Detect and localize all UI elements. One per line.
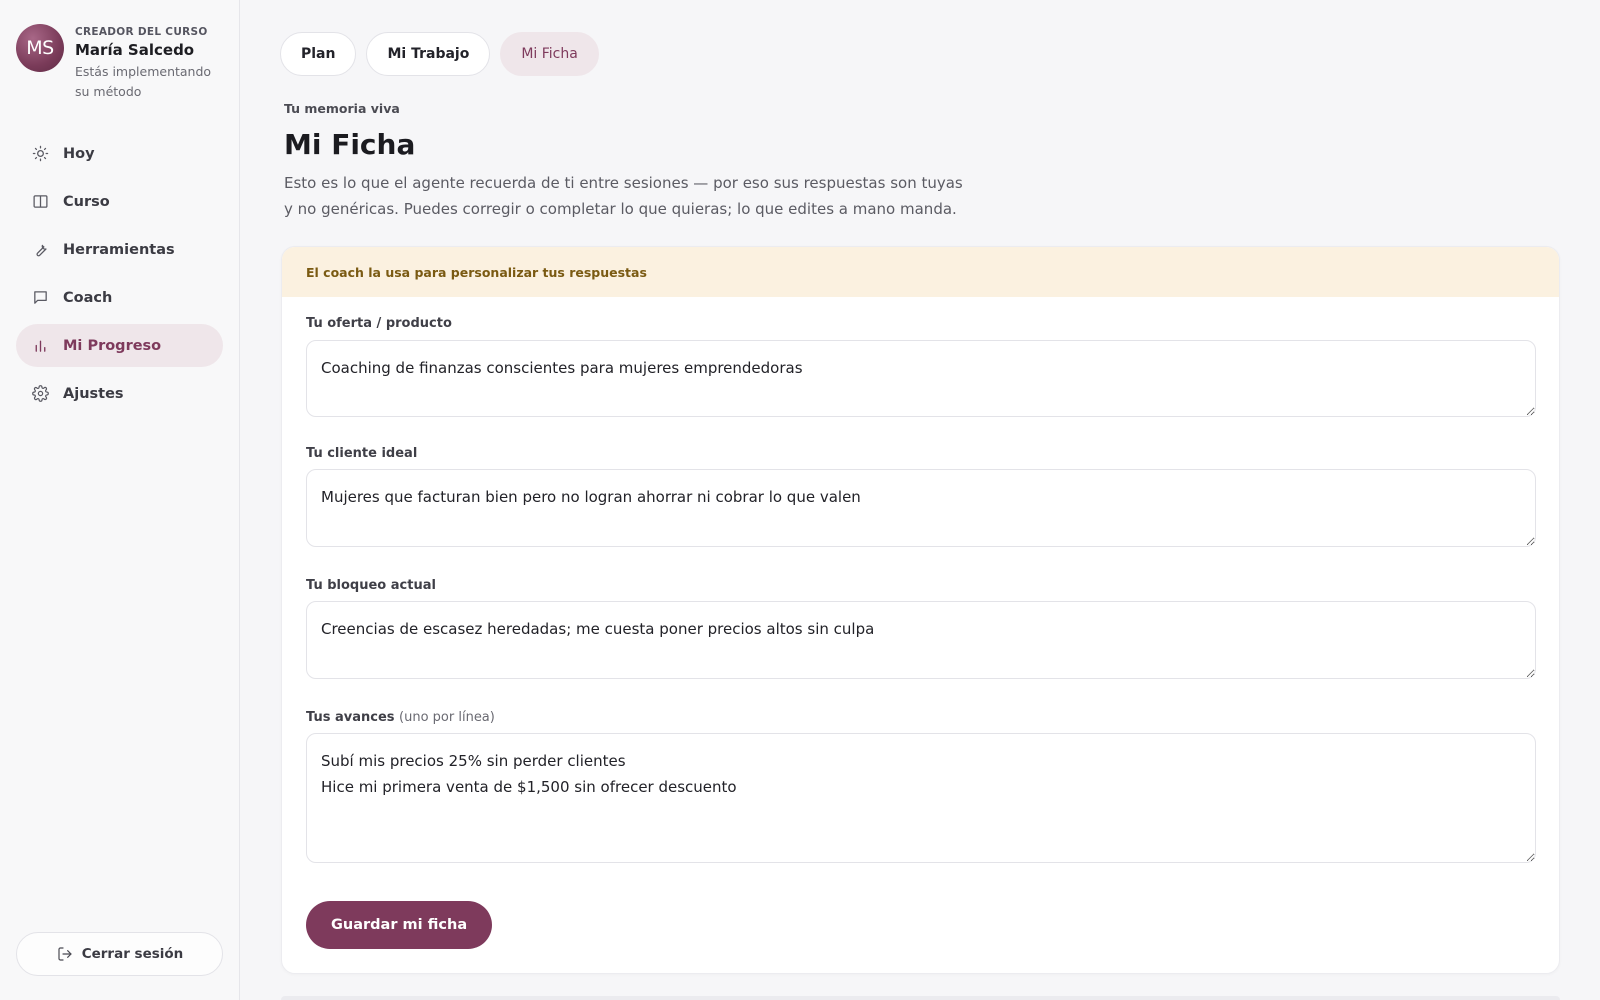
sidebar-item-curso[interactable]: Curso xyxy=(16,180,223,223)
avatar: MS xyxy=(16,24,64,72)
page-eyebrow: Tu memoria viva xyxy=(284,101,400,116)
sidebar-item-label: Ajustes xyxy=(63,385,124,402)
sidebar-item-hoy[interactable]: Hoy xyxy=(16,132,223,175)
sidebar-item-label: Curso xyxy=(63,193,110,210)
sidebar-item-label: Coach xyxy=(63,289,113,306)
tab-bar: Plan Mi Trabajo Mi Ficha xyxy=(280,32,609,76)
save-profile-button[interactable]: Guardar mi ficha xyxy=(306,901,493,949)
sidebar: MS CREADOR DEL CURSO María Salcedo Estás… xyxy=(0,0,240,1000)
bar-chart-icon xyxy=(30,336,50,356)
tab-mi-trabajo[interactable]: Mi Trabajo xyxy=(366,32,491,76)
page-description: Esto es lo que el agente recuerda de ti … xyxy=(284,174,963,218)
book-icon xyxy=(30,192,50,212)
next-card-edge xyxy=(281,996,1560,1000)
sun-icon xyxy=(30,144,50,164)
sidebar-item-label: Mi Progreso xyxy=(63,337,162,354)
page-title: Mi Ficha xyxy=(284,128,416,161)
sidebar-item-ajustes[interactable]: Ajustes xyxy=(16,372,223,415)
tab-plan[interactable]: Plan xyxy=(280,32,357,76)
sidebar-item-herramientas[interactable]: Herramientas xyxy=(16,228,223,271)
ideal-client-field[interactable] xyxy=(306,469,1536,547)
chat-icon xyxy=(30,288,50,308)
sidebar-item-label: Herramientas xyxy=(63,241,175,258)
gear-icon xyxy=(30,384,50,404)
profile-name: María Salcedo xyxy=(75,41,195,59)
current-block-field[interactable] xyxy=(306,601,1536,679)
sidebar-nav: Hoy Curso Herramientas Coach Mi Progreso xyxy=(16,132,223,420)
wrench-icon xyxy=(30,240,50,260)
profile-role: CREADOR DEL CURSO xyxy=(75,26,208,38)
info-banner: El coach la usa para personalizar tus re… xyxy=(282,247,1559,297)
sidebar-item-mi-progreso[interactable]: Mi Progreso xyxy=(16,324,223,367)
profile-text: CREADOR DEL CURSO María Salcedo Estás im… xyxy=(75,26,215,102)
progress-label: Tus avances (uno por línea) xyxy=(306,710,495,725)
sidebar-item-coach[interactable]: Coach xyxy=(16,276,223,319)
ideal-client-label: Tu cliente ideal xyxy=(306,446,418,461)
profile-subtitle: Estás implementando su método xyxy=(75,64,212,99)
logout-label: Cerrar sesión xyxy=(81,946,184,962)
logout-icon xyxy=(56,945,74,963)
profile-form-card: El coach la usa para personalizar tus re… xyxy=(281,246,1560,974)
current-block-label: Tu bloqueo actual xyxy=(306,578,436,593)
offer-field[interactable] xyxy=(306,340,1536,417)
progress-label-text: Tus avances xyxy=(306,710,395,725)
logout-button[interactable]: Cerrar sesión xyxy=(16,932,223,976)
progress-label-hint: (uno por línea) xyxy=(399,710,495,725)
progress-field[interactable] xyxy=(306,733,1536,863)
offer-label: Tu oferta / producto xyxy=(306,316,452,331)
tab-mi-ficha[interactable]: Mi Ficha xyxy=(500,32,599,76)
sidebar-item-label: Hoy xyxy=(63,145,95,162)
profile-block: MS CREADOR DEL CURSO María Salcedo Estás… xyxy=(16,24,226,102)
